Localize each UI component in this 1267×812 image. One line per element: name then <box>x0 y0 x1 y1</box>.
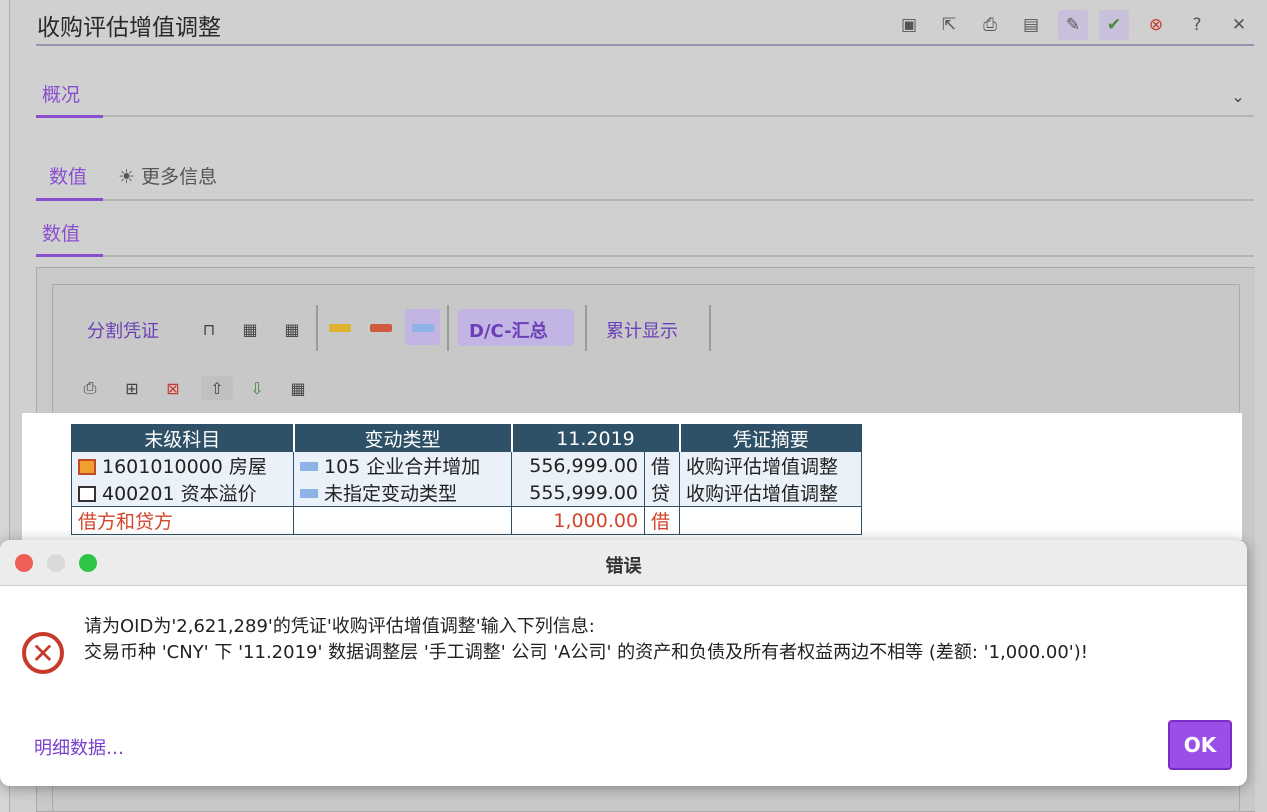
add-row-icon[interactable]: ⊞ <box>120 376 144 400</box>
total-row: 借方和贷方 1,000.00 借 <box>71 506 862 535</box>
print-icon[interactable]: ⎙ <box>78 376 102 400</box>
error-icon: ✕ <box>22 632 64 674</box>
inbox-icon[interactable]: ⊓ <box>197 317 221 341</box>
section-values-underline <box>36 254 103 257</box>
help-icon[interactable]: ? <box>1182 10 1212 40</box>
column-header[interactable]: 11.2019 <box>511 424 681 452</box>
empty-cell <box>679 506 862 535</box>
calculator-icon[interactable]: ▦ <box>286 376 310 400</box>
error-dialog: 错误 ✕ 请为OID为'2,621,289'的凭证'收购评估增值调整'输入下列信… <box>0 540 1247 786</box>
separator <box>585 305 587 351</box>
divider <box>103 115 1254 117</box>
change-type-label: 未指定变动类型 <box>324 483 458 505</box>
account-label: 1601010000 房屋 <box>102 456 267 478</box>
checked-marker-icon <box>300 489 318 498</box>
dc-cell[interactable]: 贷 <box>644 479 680 507</box>
empty-cell <box>293 506 512 535</box>
split-voucher-button[interactable]: 分割凭证 <box>87 317 159 343</box>
external-link-icon[interactable]: ⇱ <box>934 10 964 40</box>
dialog-message: 请为OID为'2,621,289'的凭证'收购评估增值调整'输入下列信息: 交易… <box>84 614 1088 666</box>
yellow-marker-button[interactable] <box>329 324 351 332</box>
column-header[interactable]: 末级科目 <box>71 424 295 452</box>
change-type-label: 105 企业合并增加 <box>324 456 481 478</box>
column-header[interactable]: 凭证摘要 <box>679 424 862 452</box>
account-cell[interactable]: 1601010000 房屋 <box>71 452 294 479</box>
table-row[interactable]: 400201 资本溢价 未指定变动类型 555,999.00 贷 收购评估增值调… <box>71 479 862 507</box>
separator <box>709 305 711 351</box>
separator <box>447 305 449 351</box>
details-link[interactable]: 明细数据… <box>34 734 124 760</box>
column-header[interactable]: 变动类型 <box>293 424 513 452</box>
cancel-circle-icon[interactable]: ⊗ <box>1141 10 1171 40</box>
title-divider <box>36 44 1254 46</box>
separator <box>316 305 318 351</box>
chevron-double-down-icon[interactable]: ⌄ <box>1226 84 1250 108</box>
grid-icon[interactable]: ▦ <box>280 317 304 341</box>
divider <box>103 199 1254 201</box>
summary-cell[interactable]: 收购评估增值调整 <box>679 452 862 479</box>
summary-cell[interactable]: 收购评估增值调整 <box>679 479 862 507</box>
account-label: 400201 资本溢价 <box>102 483 257 505</box>
amount-cell[interactable]: 556,999.00 <box>511 452 646 479</box>
window-icon[interactable]: ▣ <box>894 10 924 40</box>
total-amount: 1,000.00 <box>511 506 646 535</box>
voucher-grid: 末级科目 变动类型 11.2019 凭证摘要 1601010000 房屋 105… <box>71 424 862 535</box>
lightbulb-icon: ☀ <box>118 166 136 188</box>
equity-icon <box>78 486 96 502</box>
tab-values-underline <box>36 198 103 201</box>
dc-summary-button[interactable]: D/C-汇总 <box>469 317 548 343</box>
change-type-cell[interactable]: 105 企业合并增加 <box>293 452 512 479</box>
total-label: 借方和贷方 <box>71 506 294 535</box>
check-circle-icon[interactable]: ✔ <box>1099 10 1129 40</box>
ok-button[interactable]: OK <box>1168 720 1232 770</box>
tab-overview-underline <box>36 115 103 118</box>
total-dc: 借 <box>644 506 680 535</box>
message-line-1: 请为OID为'2,621,289'的凭证'收购评估增值调整'输入下列信息: <box>84 616 595 637</box>
blue-marker-icon <box>300 462 318 471</box>
edit-icon[interactable]: ✎ <box>1058 10 1088 40</box>
move-up-icon[interactable]: ⇧ <box>201 376 233 400</box>
section-values: 数值 <box>42 223 81 245</box>
dialog-titlebar: 错误 <box>0 540 1247 586</box>
divider <box>103 255 1254 257</box>
red-marker-button[interactable] <box>370 324 392 332</box>
cumulative-display-button[interactable]: 累计显示 <box>606 317 678 343</box>
asset-icon <box>78 459 96 475</box>
tab-values[interactable]: 数值 <box>49 162 87 189</box>
table-edit-icon[interactable]: ▦ <box>238 317 262 341</box>
message-line-2: 交易币种 'CNY' 下 '11.2019' 数据调整层 '手工调整' 公司 '… <box>84 642 1088 663</box>
close-icon[interactable]: ✕ <box>1224 10 1254 40</box>
change-type-cell[interactable]: 未指定变动类型 <box>293 479 512 507</box>
account-cell[interactable]: 400201 资本溢价 <box>71 479 294 507</box>
blue-marker-chip <box>412 324 434 332</box>
tab-more-info-label: 更多信息 <box>141 166 218 188</box>
tab-more-info[interactable]: ☀ 更多信息 <box>118 162 217 189</box>
amount-cell[interactable]: 555,999.00 <box>511 479 646 507</box>
delete-row-icon[interactable]: ⊠ <box>161 376 185 400</box>
dc-cell[interactable]: 借 <box>644 452 680 479</box>
tab-overview[interactable]: 概况 <box>42 80 80 107</box>
save-icon[interactable]: ▤ <box>1016 10 1046 40</box>
print-icon[interactable]: ⎙ <box>975 10 1005 40</box>
dialog-title: 错误 <box>605 556 642 577</box>
move-down-icon[interactable]: ⇩ <box>245 376 269 400</box>
page-title: 收购评估增值调整 <box>37 15 221 41</box>
table-row[interactable]: 1601010000 房屋 105 企业合并增加 556,999.00 借 收购… <box>71 452 862 479</box>
